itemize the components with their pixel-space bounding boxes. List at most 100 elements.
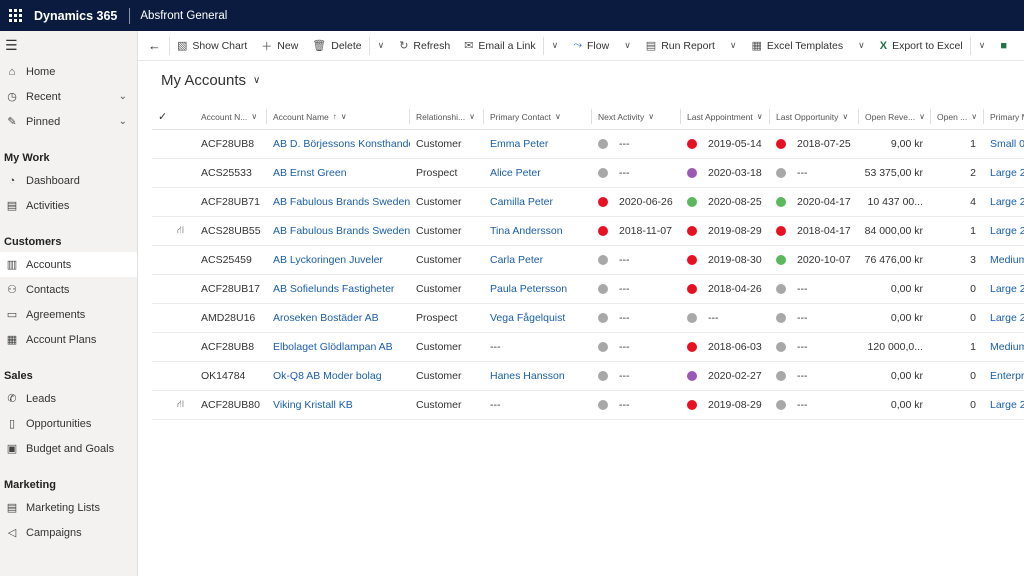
back-arrow-icon[interactable]: ← bbox=[138, 31, 169, 60]
primary-contact-link[interactable]: Alice Peter bbox=[484, 159, 592, 187]
primary-contact-link[interactable]: Hanes Hansson bbox=[484, 362, 592, 390]
sidebar-item-accounts[interactable]: ▥ Accounts bbox=[0, 252, 137, 277]
table-row[interactable]: OK14784 Ok-Q8 AB Moder bolag Customer Hanes… bbox=[152, 362, 1024, 391]
hierarchy-icon[interactable]: ⛙ bbox=[177, 391, 184, 419]
sidebar-item-opportunities[interactable]: ▯ Opportunities bbox=[0, 411, 137, 436]
account-name-link[interactable]: AB Fabulous Brands Sweden Fo bbox=[267, 217, 410, 245]
primary-m-link[interactable]: Large 2 bbox=[984, 188, 1024, 216]
account-name-link[interactable]: Elbolaget Glödlampan AB bbox=[267, 333, 410, 361]
hierarchy-icon[interactable]: ⛙ bbox=[177, 217, 184, 245]
primary-contact-link[interactable]: Carla Peter bbox=[484, 246, 592, 274]
column-header-open-count[interactable]: Open ... ∨ bbox=[931, 103, 984, 130]
account-name-link[interactable]: AB Ernst Green bbox=[267, 159, 410, 187]
excel-templates-button[interactable]: ▦ Excel Templates bbox=[744, 31, 850, 60]
environment-name[interactable]: Absfront General bbox=[130, 10, 227, 22]
primary-m-link[interactable]: Small 0 bbox=[984, 130, 1024, 158]
delete-button[interactable]: 🗑 Delete bbox=[305, 31, 368, 60]
sidebar-item-leads[interactable]: ✆ Leads bbox=[0, 386, 137, 411]
primary-contact-link[interactable]: Vega Fågelquist bbox=[484, 304, 592, 332]
account-name-link[interactable]: AB Fabulous Brands Sweden bbox=[267, 188, 410, 216]
chevron-down-icon[interactable]: ∨ bbox=[370, 40, 393, 51]
column-header-last-opportunity[interactable]: Last Opportunity ∨ bbox=[770, 103, 859, 130]
flow-button[interactable]: ⤳ Flow bbox=[566, 31, 616, 60]
primary-contact-link[interactable]: Camilla Peter bbox=[484, 188, 592, 216]
show-chart-button[interactable]: ▧ Show Chart bbox=[170, 31, 254, 60]
export-excel-button[interactable]: X Export to Excel bbox=[873, 31, 970, 60]
column-header-last-appointment[interactable]: Last Appointment ∨ bbox=[681, 103, 770, 130]
column-header-account-number[interactable]: Account N... ∨ bbox=[195, 103, 267, 130]
primary-m-link[interactable]: Large 2 bbox=[984, 391, 1024, 419]
open-revenue-cell: 84 000,00 kr bbox=[859, 217, 931, 245]
table-row[interactable]: ⛙ ACF28UB80 Viking Kristall KB Customer --- -… bbox=[152, 391, 1024, 420]
primary-m-link[interactable]: Large 2 bbox=[984, 217, 1024, 245]
account-name-link[interactable]: AB Lyckoringen Juveler bbox=[267, 246, 410, 274]
table-row[interactable]: ACF28UB71 AB Fabulous Brands Sweden Custom… bbox=[152, 188, 1024, 217]
sidebar-item-activities[interactable]: ▤ Activities bbox=[0, 193, 137, 218]
primary-contact-link[interactable]: Emma Peter bbox=[484, 130, 592, 158]
primary-m-link[interactable]: Large 2 bbox=[984, 275, 1024, 303]
primary-m-link[interactable]: Large 2 bbox=[984, 304, 1024, 332]
sidebar-item-agreements[interactable]: ▭ Agreements bbox=[0, 302, 137, 327]
primary-m-link[interactable]: Large 2 bbox=[984, 159, 1024, 187]
view-selector[interactable]: My Accounts ∨ bbox=[161, 72, 260, 89]
primary-m-link[interactable]: Medium bbox=[984, 333, 1024, 361]
table-row[interactable]: ACF28UB8 Elbolaget Glödlampan AB Customer -… bbox=[152, 333, 1024, 362]
chevron-down-icon[interactable]: ∨ bbox=[722, 40, 745, 51]
status-dot-icon bbox=[687, 313, 697, 323]
email-link-button[interactable]: ✉ Email a Link bbox=[457, 31, 542, 60]
account-number-cell: ACF28UB71 bbox=[195, 188, 267, 216]
chevron-down-icon[interactable]: ∨ bbox=[616, 40, 639, 51]
sidebar-item-account-plans[interactable]: ▦ Account Plans bbox=[0, 327, 137, 352]
table-row[interactable]: ACF28UB17 AB Sofielunds Fastigheter Custom… bbox=[152, 275, 1024, 304]
more-commands-button[interactable]: ■ bbox=[993, 31, 1019, 60]
cell-text: Prospect bbox=[416, 312, 458, 324]
last-opportunity-cell: 2018-04-17 bbox=[770, 217, 859, 245]
sidebar-item-recent[interactable]: ◷ Recent ⌄ bbox=[0, 84, 137, 109]
chevron-down-icon[interactable]: ⌄ bbox=[119, 91, 127, 102]
column-header-account-name[interactable]: Account Name ↑ ∨ bbox=[267, 103, 410, 130]
account-name-link[interactable]: AB Sofielunds Fastigheter bbox=[267, 275, 410, 303]
sidebar-item-dashboard[interactable]: ◔ Dashboard bbox=[0, 168, 137, 193]
opportunity-icon: ▯ bbox=[8, 418, 16, 430]
table-row[interactable]: ACF28UB8 AB D. Börjessons Konsthandel... C… bbox=[152, 130, 1024, 159]
column-header-relationship[interactable]: Relationshi... ∨ bbox=[410, 103, 484, 130]
chevron-down-icon[interactable]: ∨ bbox=[850, 40, 873, 51]
app-launcher-button[interactable] bbox=[0, 0, 30, 31]
sidebar-item-contacts[interactable]: ⚇ Contacts bbox=[0, 277, 137, 302]
hamburger-menu-icon[interactable]: ☰ bbox=[0, 31, 137, 59]
column-header-open-revenue[interactable]: Open Reve... ∨ bbox=[859, 103, 931, 130]
table-row[interactable]: AMD28U16 Aroseken Bostäder AB Prospect Vega… bbox=[152, 304, 1024, 333]
run-report-button[interactable]: ▤ Run Report bbox=[639, 31, 722, 60]
sidebar-item-campaigns[interactable]: ◁ Campaigns bbox=[0, 520, 137, 545]
sidebar-item-budget-goals[interactable]: ▣ Budget and Goals bbox=[0, 436, 137, 461]
open-count-cell: 0 bbox=[931, 275, 984, 303]
column-header-primary-m[interactable]: Primary M bbox=[984, 103, 1024, 130]
app-name[interactable]: Dynamics 365 bbox=[30, 9, 129, 23]
cell-text: 2020-03-18 bbox=[708, 167, 762, 179]
account-name-link[interactable]: AB D. Börjessons Konsthandel... bbox=[267, 130, 410, 158]
chevron-down-icon[interactable]: ∨ bbox=[971, 40, 994, 51]
building-icon: ▥ bbox=[6, 259, 18, 271]
primary-contact-link[interactable]: Tina Andersson bbox=[484, 217, 592, 245]
sidebar-item-marketing-lists[interactable]: ▤ Marketing Lists bbox=[0, 495, 137, 520]
sidebar-item-pinned[interactable]: ✎ Pinned ⌄ bbox=[0, 109, 137, 134]
table-row[interactable]: ACS25459 AB Lyckoringen Juveler Customer Ca… bbox=[152, 246, 1024, 275]
primary-m-link[interactable]: Enterpri bbox=[984, 362, 1024, 390]
account-name-link[interactable]: Viking Kristall KB bbox=[267, 391, 410, 419]
cell-text: Customer bbox=[416, 254, 462, 266]
new-button[interactable]: ＋ New bbox=[254, 31, 305, 60]
account-name-link[interactable]: Aroseken Bostäder AB bbox=[267, 304, 410, 332]
select-all-checkmark-icon[interactable]: ✓ bbox=[158, 103, 167, 130]
sidebar-item-home[interactable]: ⌂ Home bbox=[0, 59, 137, 84]
refresh-button[interactable]: ↻ Refresh bbox=[392, 31, 457, 60]
column-header-next-activity[interactable]: Next Activity ∨ bbox=[592, 103, 681, 130]
table-row[interactable]: ⛙ ACS28UB55 AB Fabulous Brands Sweden Fo Cu… bbox=[152, 217, 1024, 246]
account-name-link[interactable]: Ok-Q8 AB Moder bolag bbox=[267, 362, 410, 390]
cell-text: ACF28UB80 bbox=[201, 399, 260, 411]
chevron-down-icon[interactable]: ∨ bbox=[544, 40, 567, 51]
column-header-primary-contact[interactable]: Primary Contact ∨ bbox=[484, 103, 592, 130]
primary-contact-link[interactable]: Paula Petersson bbox=[484, 275, 592, 303]
table-row[interactable]: ACS25533 AB Ernst Green Prospect Alice Pete… bbox=[152, 159, 1024, 188]
chevron-down-icon[interactable]: ⌄ bbox=[119, 116, 127, 127]
primary-m-link[interactable]: Medium bbox=[984, 246, 1024, 274]
